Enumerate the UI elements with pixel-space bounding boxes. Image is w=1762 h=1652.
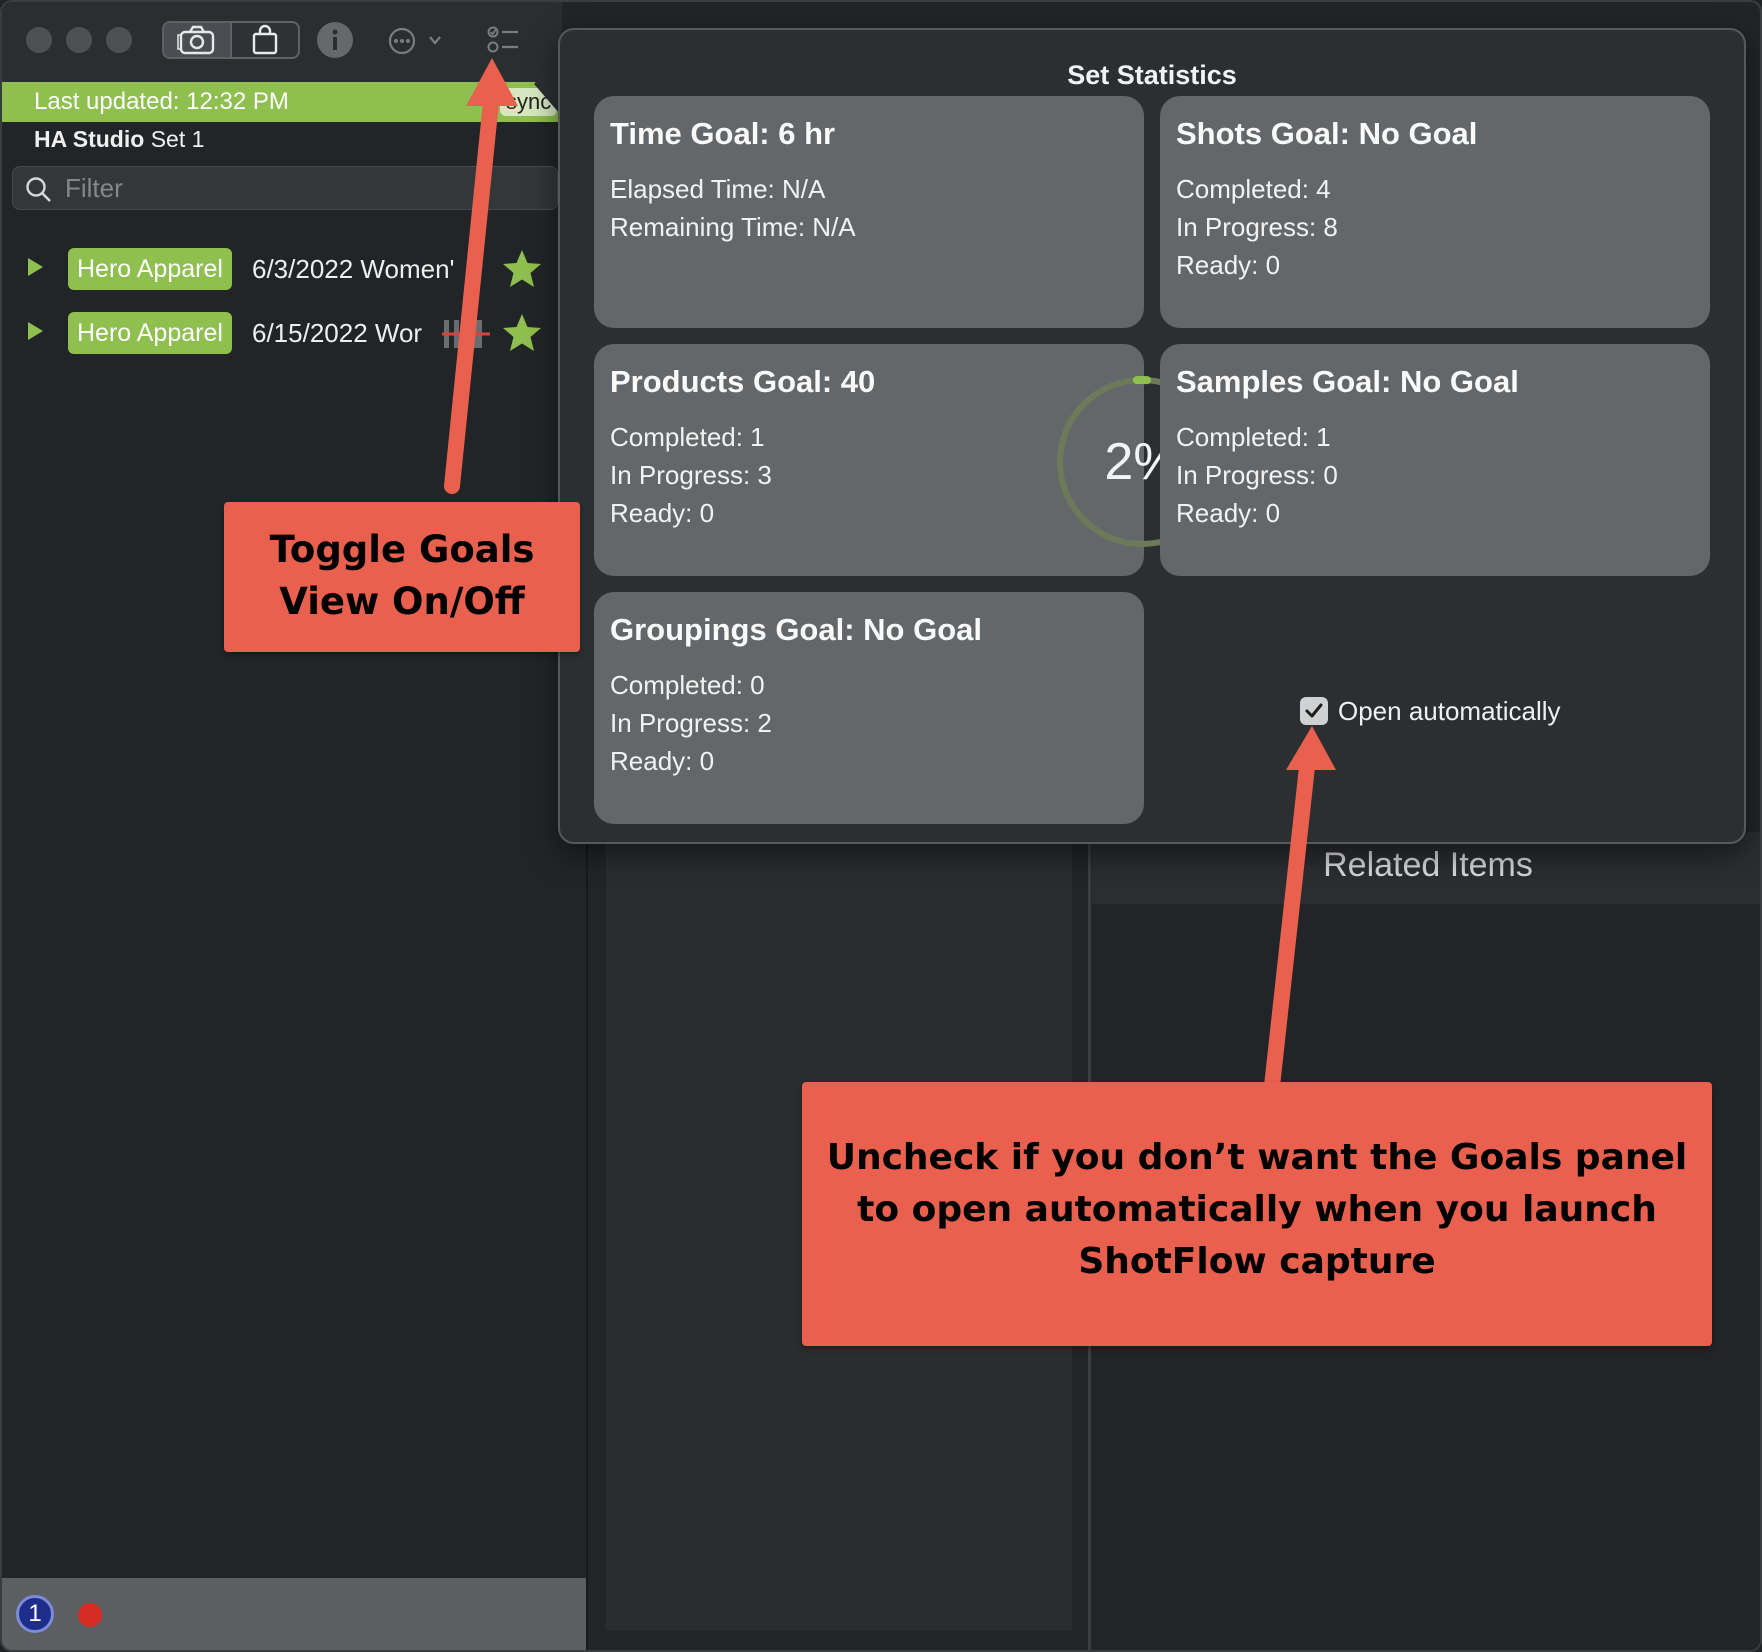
- minimize-window-button[interactable]: [66, 27, 92, 53]
- card-stat: Elapsed Time: N/A: [610, 174, 826, 204]
- goals-list-icon: [487, 26, 518, 53]
- card-stat: In Progress: 2: [610, 708, 772, 738]
- samples-goal-card: Samples Goal: No Goal Completed: 1 In Pr…: [1160, 344, 1710, 576]
- list-item[interactable]: Hero Apparel 6/3/2022 Women': [2, 246, 558, 292]
- card-stat: Completed: 0: [610, 670, 765, 700]
- card-title: Products Goal: 40: [610, 364, 876, 399]
- list-item[interactable]: Hero Apparel 6/15/2022 Wor: [2, 310, 558, 356]
- list-item-title: 6/15/2022 Wor: [252, 318, 423, 348]
- close-window-button[interactable]: [26, 27, 52, 53]
- card-stat: Completed: 4: [1176, 174, 1331, 204]
- list-item-title: 6/3/2022 Women': [252, 254, 455, 284]
- open-automatically-annotation: Uncheck if you don’t want the Goals pane…: [802, 1082, 1712, 1346]
- camera-icon: [177, 25, 215, 55]
- more-menu-button[interactable]: [386, 24, 446, 58]
- set-name: Set 1: [150, 126, 205, 152]
- time-goal-card: Time Goal: 6 hr Elapsed Time: N/A Remain…: [594, 96, 1144, 328]
- annotation-line: Toggle Goals: [269, 528, 535, 571]
- account-badge[interactable]: 1: [16, 1595, 54, 1633]
- card-stat: Ready: 0: [610, 498, 715, 528]
- client-tag: Hero Apparel: [68, 248, 232, 290]
- disclosure-triangle-icon[interactable]: [28, 322, 43, 340]
- annotation-line: View On/Off: [279, 580, 525, 623]
- shopping-bag-icon: [252, 24, 278, 55]
- card-stat: Completed: 1: [1176, 422, 1331, 452]
- toggle-goals-button[interactable]: [486, 24, 522, 56]
- app-window: Last updated: 12:32 PM sync HA Studio Se…: [0, 0, 1762, 1652]
- card-stat: Remaining Time: N/A: [610, 212, 856, 242]
- annotation-line: to open automatically when you launch: [857, 1189, 1657, 1230]
- card-stat: Ready: 0: [1176, 498, 1281, 528]
- more-menu-icon: [388, 27, 441, 55]
- view-mode-segmented-control: [162, 21, 300, 59]
- open-automatically-label: Open automatically: [1338, 695, 1561, 726]
- card-title: Shots Goal: No Goal: [1176, 116, 1478, 151]
- toolbar: [2, 2, 562, 82]
- checkmark-icon: [1305, 703, 1323, 718]
- client-tag: Hero Apparel: [68, 312, 232, 354]
- info-icon: [317, 22, 353, 58]
- card-stat: In Progress: 0: [1176, 460, 1338, 490]
- star-icon[interactable]: [500, 312, 544, 354]
- card-stat: In Progress: 3: [610, 460, 772, 490]
- record-status-indicator: [78, 1603, 102, 1627]
- annotation-line: Uncheck if you don’t want the Goals pane…: [826, 1137, 1688, 1178]
- card-stat: In Progress: 8: [1176, 212, 1338, 242]
- popover-arrow: [534, 54, 560, 114]
- disclosure-triangle-icon[interactable]: [28, 258, 43, 276]
- search-icon: [26, 177, 51, 202]
- card-stat: Ready: 0: [1176, 250, 1281, 280]
- open-automatically-option[interactable]: Open automatically: [1300, 694, 1561, 728]
- filter-field[interactable]: [12, 166, 558, 210]
- zoom-window-button[interactable]: [106, 27, 132, 53]
- last-updated-bar: Last updated: 12:32 PM: [2, 82, 558, 122]
- shots-view-button[interactable]: [164, 23, 230, 57]
- groupings-goal-card: Groupings Goal: No Goal Completed: 0 In …: [594, 592, 1144, 824]
- popover-title: Set Statistics: [1067, 60, 1237, 90]
- studio-name: HA Studio: [34, 126, 145, 152]
- open-automatically-checkbox[interactable]: [1300, 697, 1328, 725]
- products-view-button[interactable]: [232, 23, 298, 57]
- info-button[interactable]: [316, 21, 354, 59]
- shots-goal-card: Shots Goal: No Goal Completed: 4 In Prog…: [1160, 96, 1710, 328]
- filter-input[interactable]: [65, 173, 545, 203]
- star-icon[interactable]: [500, 248, 544, 290]
- annotation-line: ShotFlow capture: [1078, 1241, 1436, 1282]
- card-stat: Completed: 1: [610, 422, 765, 452]
- card-title: Time Goal: 6 hr: [610, 116, 836, 151]
- card-title: Groupings Goal: No Goal: [610, 612, 982, 647]
- card-stat: Ready: 0: [610, 746, 715, 776]
- barcode-icon: [442, 320, 490, 348]
- toggle-goals-annotation: Toggle Goals View On/Off: [224, 502, 580, 652]
- card-title: Samples Goal: No Goal: [1176, 364, 1519, 399]
- studio-set-label: HA Studio Set 1: [34, 126, 204, 153]
